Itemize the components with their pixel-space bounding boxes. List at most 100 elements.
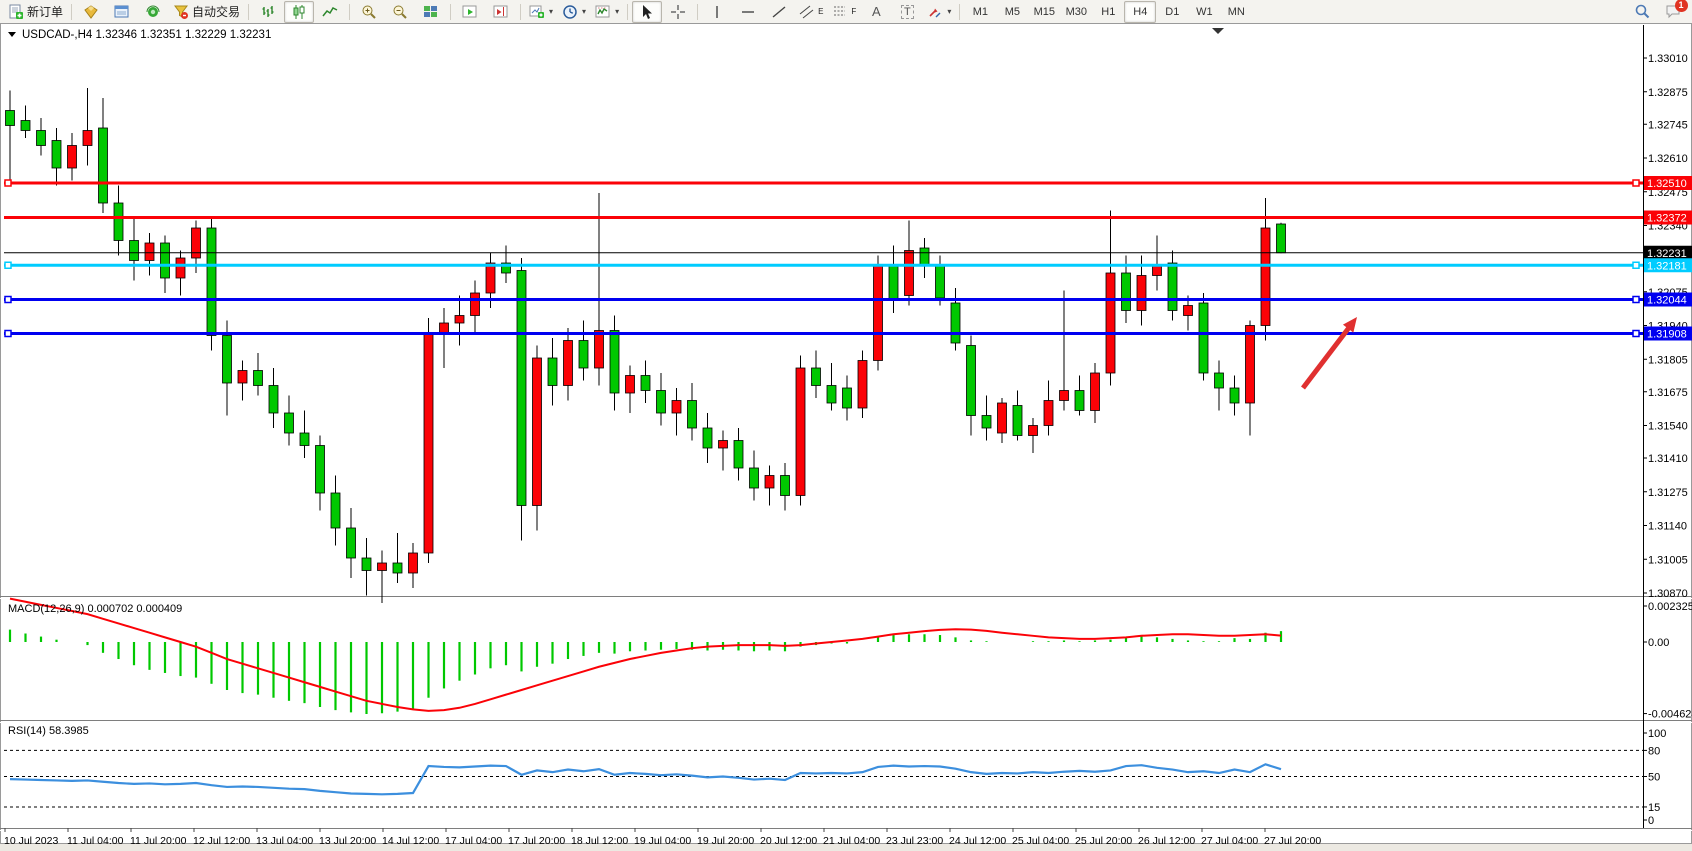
new-chart-icon: [529, 4, 545, 20]
search-button[interactable]: [1627, 1, 1657, 23]
dropdown-caret: ▾: [582, 7, 586, 16]
hline-handle[interactable]: [1633, 297, 1639, 303]
hline-handle[interactable]: [5, 331, 11, 337]
candle-body: [1168, 263, 1177, 311]
clock-icon: [562, 4, 578, 20]
vertical-line-button[interactable]: [702, 1, 732, 23]
rsi-tick-label: 50: [1648, 772, 1660, 784]
candle-body: [688, 401, 697, 429]
hline-handle[interactable]: [5, 262, 11, 268]
chart-canvas[interactable]: USDCAD-,H4 1.32346 1.32351 1.32229 1.322…: [0, 23, 1692, 851]
hline-handle[interactable]: [5, 297, 11, 303]
toolbar-separator: [349, 4, 350, 20]
auto-trading-button[interactable]: 自动交易: [169, 1, 244, 23]
rsi-tick-label: 0: [1648, 815, 1654, 827]
new-chart-button[interactable]: ▾: [525, 1, 557, 23]
timeframe-mn-button[interactable]: MN: [1220, 1, 1252, 23]
candle-body: [1184, 306, 1193, 316]
candle-body: [579, 341, 588, 369]
toolbar-separator: [520, 4, 521, 20]
timeframe-h4-button[interactable]: H4: [1124, 1, 1156, 23]
time-label: 11 Jul 04:00: [67, 835, 124, 847]
rsi-tick-label: 15: [1648, 802, 1660, 814]
price-tick-label: 1.31275: [1648, 487, 1688, 499]
time-label: 24 Jul 12:00: [949, 835, 1006, 847]
tile-windows-button[interactable]: [416, 1, 446, 23]
price-tick-label: 1.31805: [1648, 354, 1688, 366]
equidistant-channel-button[interactable]: E: [795, 1, 827, 23]
timeframe-m30-button[interactable]: M30: [1060, 1, 1092, 23]
candle-body: [564, 341, 573, 386]
candle-body: [21, 121, 30, 131]
price-tag-label: 1.32372: [1647, 213, 1687, 225]
time-label: 27 Jul 20:00: [1264, 835, 1321, 847]
horizontal-line-button[interactable]: [733, 1, 763, 23]
crosshair-button[interactable]: [663, 1, 693, 23]
candle-body: [316, 446, 325, 494]
navigator-icon: [145, 4, 161, 20]
fibonacci-button[interactable]: F: [828, 1, 860, 23]
price-tag-label: 1.31908: [1647, 329, 1687, 341]
auto-scroll-button[interactable]: [455, 1, 485, 23]
crosshair-icon: [670, 4, 686, 20]
hline-handle[interactable]: [5, 180, 11, 186]
candle-body: [626, 376, 635, 394]
time-label: 25 Jul 20:00: [1075, 835, 1132, 847]
candle-body: [378, 563, 387, 571]
timeframe-w1-button[interactable]: W1: [1188, 1, 1220, 23]
macd-tick-label: 0.002325: [1648, 601, 1692, 613]
zoom-in-icon: [361, 4, 377, 20]
new-order-button[interactable]: 新订单: [4, 1, 67, 23]
candlestick-chart-button[interactable]: [284, 1, 314, 23]
hline-handle[interactable]: [1633, 331, 1639, 337]
notifications-button[interactable]: 1: [1658, 1, 1688, 23]
candle-body: [37, 131, 46, 146]
cursor-button[interactable]: [632, 1, 662, 23]
trendline-icon: [771, 4, 787, 20]
zoom-out-icon: [392, 4, 408, 20]
timeframe-h1-button[interactable]: H1: [1092, 1, 1124, 23]
zoom-out-button[interactable]: [385, 1, 415, 23]
auto-scroll-icon: [462, 4, 478, 20]
trendline-button[interactable]: [764, 1, 794, 23]
candle-body: [610, 331, 619, 394]
candle-body: [889, 266, 898, 301]
zoom-in-button[interactable]: [354, 1, 384, 23]
time-label: 26 Jul 12:00: [1138, 835, 1195, 847]
price-tag-label: 1.32510: [1647, 178, 1687, 190]
chart-window[interactable]: USDCAD-,H4 1.32346 1.32351 1.32229 1.322…: [0, 23, 1692, 851]
arrow-objects-icon: [927, 4, 943, 20]
chart-shift-button[interactable]: [486, 1, 516, 23]
market-watch-icon: [83, 4, 99, 20]
new-order-label: 新订单: [27, 3, 63, 20]
text-button[interactable]: A: [861, 1, 891, 23]
periods-button[interactable]: ▾: [558, 1, 590, 23]
data-window-button[interactable]: [107, 1, 137, 23]
new-order-icon: [8, 4, 24, 20]
bar-chart-button[interactable]: [253, 1, 283, 23]
candle-body: [52, 141, 61, 169]
cursor-icon: [639, 4, 655, 20]
candle-body: [812, 368, 821, 386]
candle-body: [393, 563, 402, 573]
market-watch-button[interactable]: [76, 1, 106, 23]
timeframe-m5-button[interactable]: M5: [996, 1, 1028, 23]
candle-body: [703, 428, 712, 448]
arrows-button[interactable]: ▾: [923, 1, 955, 23]
candle-body: [1246, 326, 1255, 404]
candle-body: [641, 376, 650, 391]
hline-handle[interactable]: [1633, 180, 1639, 186]
timeframe-m15-button[interactable]: M15: [1028, 1, 1060, 23]
hline-handle[interactable]: [1633, 262, 1639, 268]
text-label-button[interactable]: T: [892, 1, 922, 23]
price-tick-label: 1.32745: [1648, 119, 1688, 131]
dropdown-caret: ▾: [549, 7, 553, 16]
navigator-button[interactable]: [138, 1, 168, 23]
timeframe-m1-button[interactable]: M1: [964, 1, 996, 23]
auto-trading-label: 自动交易: [192, 3, 240, 20]
line-chart-button[interactable]: [315, 1, 345, 23]
time-label: 13 Jul 20:00: [319, 835, 376, 847]
indicators-button[interactable]: ▾: [591, 1, 623, 23]
toolbar-separator: [450, 4, 451, 20]
timeframe-d1-button[interactable]: D1: [1156, 1, 1188, 23]
